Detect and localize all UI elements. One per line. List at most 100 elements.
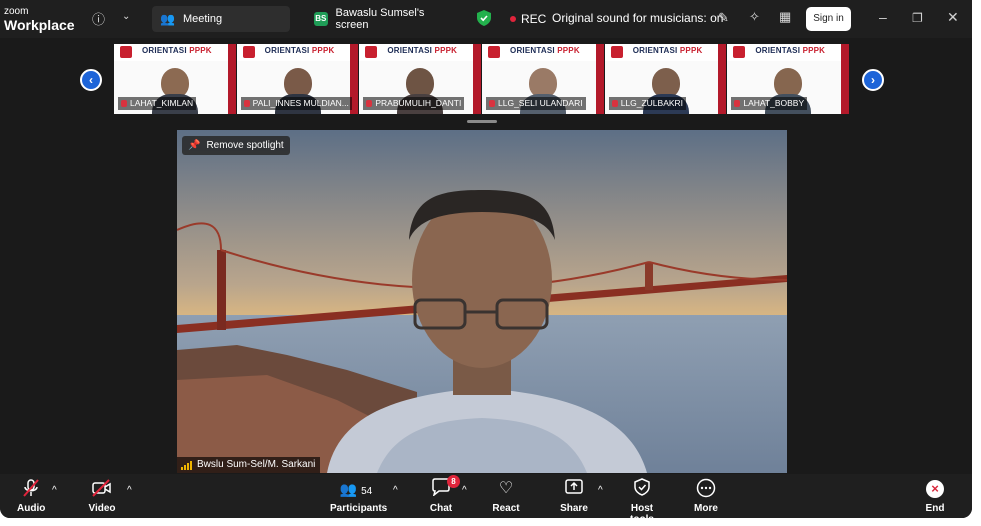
event-banner: ORIENTASI PPPK — [236, 44, 359, 61]
restore-icon[interactable]: ❐ — [912, 11, 923, 25]
participant-name: PALI_INNES MULDIAN... — [252, 98, 349, 108]
banner-title: ORIENTASI PPPK — [264, 46, 335, 55]
tab-meeting-label: Meeting — [182, 13, 223, 25]
participant-tile[interactable]: ORIENTASI PPPK PALI_INNES MULDIAN... — [236, 44, 359, 114]
bawaslu-logo — [733, 46, 746, 58]
host-shield-icon — [618, 478, 666, 500]
share-screen-icon — [560, 478, 588, 500]
participant-name: LAHAT_BOBBY — [743, 98, 805, 108]
apps-grid-icon[interactable]: ▦ — [779, 9, 791, 25]
banner-title: ORIENTASI PPPK — [632, 46, 703, 55]
video-button[interactable]: Video — [87, 478, 117, 514]
end-icon: × — [922, 478, 948, 500]
participant-thumbnail-strip: ORIENTASI PPPK LAHAT_KIMLAN ORIENTASI PPPK… — [114, 44, 850, 114]
sign-in-button[interactable]: Sign in — [806, 7, 851, 31]
participant-name-tag: LAHAT_KIMLAN — [118, 97, 197, 110]
participants-icon: 👥 54 — [339, 481, 373, 497]
react-button[interactable]: ♡ React — [492, 478, 520, 514]
meeting-controls-toolbar: Audio ^ Video ^ 👥 54 Participants ^ 8 Ch… — [0, 474, 972, 518]
recording-indicator[interactable]: REC — [510, 12, 546, 26]
video-label: Video — [88, 503, 116, 514]
participant-tile[interactable]: ORIENTASI PPPK LAHAT_BOBBY — [727, 44, 850, 114]
participant-name-tag: LLG_ZULBAKRI — [608, 97, 687, 110]
zoom-window: zoom Workplace ⓘ ⌄ 👥 Meeting BS Bawaslu … — [0, 0, 972, 518]
more-label: More — [694, 503, 718, 514]
chat-button[interactable]: 8 Chat — [428, 475, 460, 514]
banner-title: ORIENTASI PPPK — [510, 46, 580, 55]
participant-tile[interactable]: ORIENTASI PPPK LAHAT_KIMLAN — [114, 44, 236, 114]
tab-shared-screen[interactable]: BS Bawaslu Sumsel's screen — [306, 6, 456, 32]
connection-strength-icon — [181, 460, 193, 470]
minimize-icon[interactable]: – — [879, 9, 887, 25]
participant-name: LLG_ZULBAKRI — [620, 98, 684, 108]
end-meeting-button[interactable]: × End — [922, 478, 948, 514]
mic-muted-icon — [366, 100, 373, 107]
heart-icon: ♡ — [498, 480, 514, 497]
participants-button[interactable]: 👥 54 Participants — [330, 478, 388, 514]
people-icon: 👥 — [160, 12, 175, 26]
brand-zoom-text: zoom — [4, 6, 29, 17]
bawaslu-logo — [488, 46, 501, 58]
video-options-caret-icon[interactable]: ^ — [127, 485, 132, 496]
participants-options-caret-icon[interactable]: ^ — [393, 485, 398, 496]
banner-accent-bar — [473, 44, 482, 114]
banner-accent-bar — [595, 44, 604, 114]
virtual-background-scene — [177, 130, 787, 473]
banner-accent-bar — [227, 44, 236, 114]
ai-sparkle-icon[interactable]: ✧ — [749, 9, 760, 25]
event-banner: ORIENTASI PPPK — [114, 44, 236, 61]
zoom-workplace-logo: zoom Workplace — [4, 6, 75, 33]
share-button[interactable]: Share — [560, 478, 588, 514]
pin-icon: 📌 — [188, 140, 201, 151]
share-label: Share — [560, 503, 588, 514]
event-banner: ORIENTASI PPPK — [359, 44, 482, 61]
spotlight-video[interactable]: 📌 Remove spotlight Bwslu Sum-Sel/M. Sark… — [177, 130, 787, 473]
mic-muted-icon — [17, 478, 45, 500]
audio-button[interactable]: Audio — [17, 478, 45, 514]
mic-muted-icon — [121, 100, 127, 107]
remove-spotlight-button[interactable]: 📌 Remove spotlight — [182, 136, 290, 155]
chat-options-caret-icon[interactable]: ^ — [462, 485, 467, 496]
info-icon[interactable]: ⓘ — [92, 9, 105, 28]
close-icon[interactable]: ✕ — [947, 9, 959, 26]
participant-name-tag: PALI_INNES MULDIAN... — [240, 97, 352, 110]
participants-label: Participants — [330, 503, 388, 514]
title-bar: zoom Workplace ⓘ ⌄ 👥 Meeting BS Bawaslu … — [0, 0, 972, 38]
camera-off-icon — [87, 478, 117, 500]
share-options-caret-icon[interactable]: ^ — [598, 485, 603, 496]
remove-spotlight-label: Remove spotlight — [206, 140, 284, 151]
previous-page-button[interactable]: ‹ — [80, 69, 102, 91]
participant-tile[interactable]: ORIENTASI PPPK PRABUMULIH_DANTI — [359, 44, 482, 114]
chat-unread-badge: 8 — [447, 475, 460, 488]
more-dots-icon — [692, 478, 720, 500]
annotate-pen-icon[interactable]: ✎ — [718, 10, 729, 26]
encryption-shield-icon[interactable] — [477, 10, 491, 26]
next-page-button[interactable]: › — [862, 69, 884, 91]
speaker-name-tag: Bwslu Sum-Sel/M. Sarkani — [177, 457, 321, 473]
banner-title: ORIENTASI PPPK — [387, 46, 458, 55]
chevron-down-icon[interactable]: ⌄ — [122, 11, 130, 22]
bawaslu-logo — [120, 46, 132, 58]
audio-label: Audio — [17, 503, 46, 514]
event-banner: ORIENTASI PPPK — [604, 44, 727, 61]
participant-tile[interactable]: ORIENTASI PPPK LLG_SELI ULANDARI — [482, 44, 604, 114]
participant-name-tag: LAHAT_BOBBY — [731, 97, 808, 110]
tab-meeting[interactable]: 👥 Meeting — [152, 6, 290, 32]
speaker-name-label: Bwslu Sum-Sel/M. Sarkani — [197, 459, 316, 470]
banner-accent-bar — [841, 44, 850, 114]
banner-title: ORIENTASI PPPK — [142, 46, 212, 55]
bawaslu-logo — [610, 46, 623, 58]
participant-name: LLG_SELI ULANDARI — [498, 98, 583, 108]
more-button[interactable]: More — [692, 478, 720, 514]
participant-tile[interactable]: ORIENTASI PPPK LLG_ZULBAKRI — [604, 44, 727, 114]
audio-options-caret-icon[interactable]: ^ — [52, 485, 57, 496]
event-banner: ORIENTASI PPPK — [727, 44, 850, 61]
mic-muted-icon — [611, 100, 618, 107]
participants-count: 54 — [361, 486, 373, 497]
host-tools-button[interactable]: Host tools — [618, 478, 666, 518]
bawaslu-logo — [365, 46, 378, 58]
original-sound-status[interactable]: Original sound for musicians: on — [552, 11, 723, 25]
react-label: React — [492, 503, 520, 514]
strip-resize-handle[interactable] — [467, 120, 497, 123]
chat-label: Chat — [429, 503, 453, 514]
